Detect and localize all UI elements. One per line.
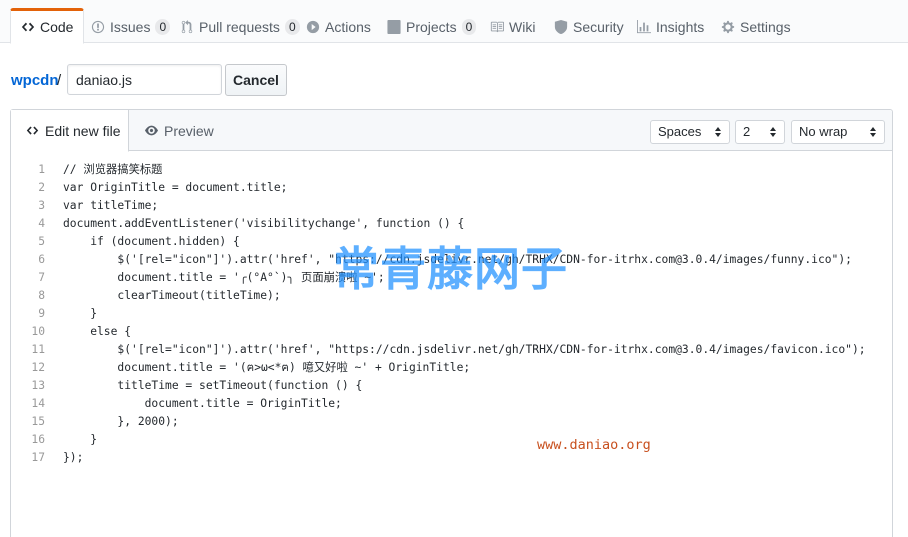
line-number: 14 bbox=[31, 397, 45, 410]
line-content: document.addEventListener('visibilitycha… bbox=[63, 217, 465, 230]
line-number: 17 bbox=[31, 451, 45, 464]
filename-input[interactable] bbox=[67, 64, 222, 95]
editor-header: Edit new file Preview Spaces 2 No wrap bbox=[11, 110, 892, 152]
tab-actions[interactable]: Actions bbox=[306, 10, 371, 43]
projects-count-badge: 0 bbox=[461, 18, 477, 35]
line-number: 9 bbox=[38, 307, 45, 320]
line-number: 1 bbox=[38, 163, 45, 176]
tab-insights[interactable]: Insights bbox=[637, 10, 704, 43]
tab-wiki-label: Wiki bbox=[509, 18, 536, 35]
tab-pull-requests-label: Pull requests bbox=[199, 18, 280, 35]
code-icon bbox=[26, 126, 39, 135]
line-content: document.title = '(ฅ>ω<*ฅ) 噫又好啦 ~' + Ori… bbox=[63, 361, 471, 374]
line-number: 10 bbox=[31, 325, 45, 338]
tab-actions-label: Actions bbox=[325, 18, 371, 35]
line-number: 6 bbox=[38, 253, 45, 266]
tab-edit-new-file[interactable]: Edit new file bbox=[11, 110, 129, 152]
line-content: // 浏览器搞笑标题 bbox=[63, 163, 163, 176]
tab-issues-label: Issues bbox=[110, 18, 151, 35]
watermark-url: www.daniao.org bbox=[537, 437, 651, 453]
eye-icon bbox=[145, 125, 158, 136]
tab-pull-requests[interactable]: Pull requests 0 bbox=[180, 10, 300, 43]
code-line: 1 // 浏览器搞笑标题 bbox=[11, 161, 892, 179]
line-number: 4 bbox=[38, 217, 45, 230]
repo-nav: Code Issues 0 Pull requests 0 Actions Pr… bbox=[0, 0, 908, 44]
gear-icon bbox=[721, 20, 735, 33]
tab-security[interactable]: Security bbox=[554, 10, 624, 43]
tab-code-label: Code bbox=[40, 19, 74, 35]
tab-projects[interactable]: Projects 0 bbox=[387, 10, 477, 43]
code-line: 17}); bbox=[11, 449, 892, 467]
line-number: 12 bbox=[31, 361, 45, 374]
tab-settings[interactable]: Settings bbox=[721, 10, 791, 43]
tab-issues[interactable]: Issues 0 bbox=[91, 10, 171, 43]
tab-code[interactable]: Code bbox=[10, 8, 85, 44]
book-icon bbox=[490, 21, 504, 32]
code-line: 13 titleTime = setTimeout(function () { bbox=[11, 377, 892, 395]
tab-security-label: Security bbox=[573, 18, 624, 35]
code-line: 14 document.title = OriginTitle; bbox=[11, 395, 892, 413]
line-number: 16 bbox=[31, 433, 45, 446]
line-number: 2 bbox=[38, 181, 45, 194]
pull-request-icon bbox=[181, 19, 193, 33]
tab-insights-label: Insights bbox=[656, 18, 705, 35]
code-line: 11 $('[rel="icon"]').attr('href', "https… bbox=[11, 341, 892, 359]
line-content: } bbox=[63, 307, 98, 320]
line-content: $('[rel="icon"]').attr('href', "https://… bbox=[63, 343, 866, 356]
project-icon bbox=[387, 19, 401, 34]
line-number: 8 bbox=[38, 289, 45, 302]
line-content: if (document.hidden) { bbox=[63, 235, 240, 248]
wrap-mode-select[interactable]: No wrap bbox=[791, 120, 885, 144]
repo-owner-link[interactable]: wpcdn bbox=[11, 72, 59, 89]
cancel-button[interactable]: Cancel bbox=[225, 64, 287, 96]
code-line: 10 else { bbox=[11, 323, 892, 341]
play-icon bbox=[306, 20, 320, 33]
file-editor: Edit new file Preview Spaces 2 No wrap 1… bbox=[10, 109, 893, 537]
issue-icon bbox=[91, 20, 105, 33]
line-content: }); bbox=[63, 451, 84, 464]
line-number: 13 bbox=[31, 379, 45, 392]
line-content: clearTimeout(titleTime); bbox=[63, 289, 281, 302]
code-line: 16 } bbox=[11, 431, 892, 449]
shield-icon bbox=[554, 19, 568, 34]
line-number: 5 bbox=[38, 235, 45, 248]
indent-size-select[interactable]: 2 bbox=[735, 120, 785, 144]
tab-projects-label: Projects bbox=[406, 18, 457, 35]
code-line: 15 }, 2000); bbox=[11, 413, 892, 431]
code-line: 9 } bbox=[11, 305, 892, 323]
line-content: else { bbox=[63, 325, 132, 338]
code-line: 4 document.addEventListener('visibilitych… bbox=[11, 215, 892, 233]
line-content: titleTime = setTimeout(function () { bbox=[63, 379, 363, 392]
code-line: 12 document.title = '(ฅ>ω<*ฅ) 噫又好啦 ~' + … bbox=[11, 359, 892, 377]
tab-wiki[interactable]: Wiki bbox=[490, 10, 535, 43]
line-number: 3 bbox=[38, 199, 45, 212]
tab-edit-new-file-label: Edit new file bbox=[45, 122, 121, 139]
issues-count-badge: 0 bbox=[155, 18, 171, 35]
graph-icon bbox=[637, 19, 651, 33]
code-line: 2 var OriginTitle = document.title; bbox=[11, 179, 892, 197]
line-content: } bbox=[63, 433, 98, 446]
line-content: }, 2000); bbox=[63, 415, 179, 428]
code-line: 3 var titleTime; bbox=[11, 197, 892, 215]
indent-mode-select[interactable]: Spaces bbox=[650, 120, 730, 144]
code-icon bbox=[21, 22, 35, 32]
tab-settings-label: Settings bbox=[740, 18, 791, 35]
tab-preview-label: Preview bbox=[164, 122, 214, 139]
line-content: document.title = OriginTitle; bbox=[63, 397, 342, 410]
line-number: 11 bbox=[31, 343, 45, 356]
pull-requests-count-badge: 0 bbox=[284, 18, 300, 35]
line-number: 15 bbox=[31, 415, 45, 428]
watermark-logo-text: 常青藤网子 bbox=[333, 242, 568, 296]
line-content: var OriginTitle = document.title; bbox=[63, 181, 288, 194]
line-number: 7 bbox=[38, 271, 45, 284]
tab-preview[interactable]: Preview bbox=[145, 110, 214, 151]
line-content: var titleTime; bbox=[63, 199, 159, 212]
breadcrumb-separator: / bbox=[57, 72, 62, 89]
